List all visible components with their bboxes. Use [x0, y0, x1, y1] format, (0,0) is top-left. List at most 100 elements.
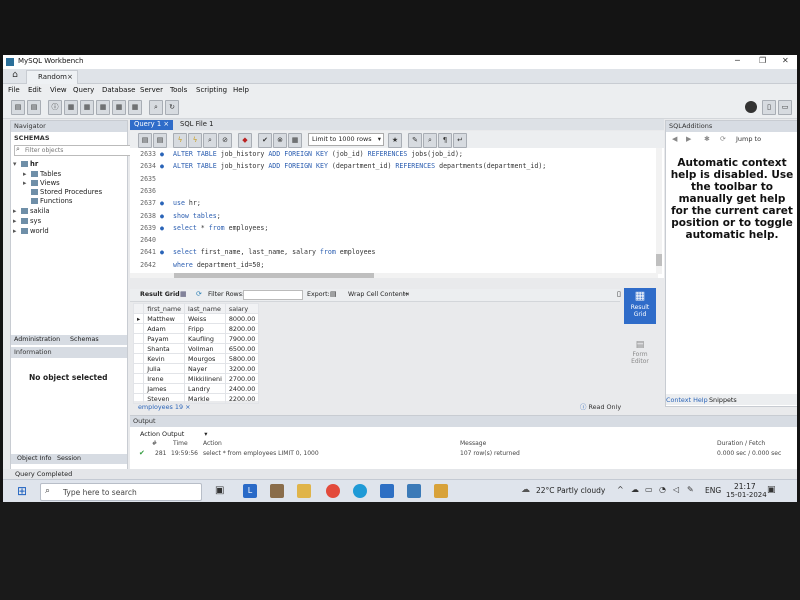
- forward-icon[interactable]: ▶: [686, 135, 691, 143]
- tab-snippets[interactable]: Snippets: [709, 396, 737, 404]
- tab-close-icon[interactable]: ×: [163, 120, 169, 128]
- language-indicator[interactable]: ENG: [705, 486, 721, 495]
- create-procedure-icon[interactable]: ▦: [112, 100, 126, 115]
- close-icon[interactable]: ×: [185, 403, 190, 411]
- table-cell[interactable]: Vollman: [184, 343, 226, 354]
- edge-icon[interactable]: [353, 484, 367, 498]
- task-view-icon[interactable]: ▣: [215, 485, 224, 496]
- menu-server[interactable]: Server: [140, 86, 163, 94]
- toggle-panel-icon[interactable]: ▯: [617, 290, 621, 298]
- stop-icon[interactable]: ⊘: [218, 133, 232, 148]
- result-tab[interactable]: employees 19 ×: [138, 403, 190, 411]
- table-cell[interactable]: 8200.00: [224, 323, 260, 334]
- row-selector[interactable]: [132, 383, 145, 394]
- table-cell[interactable]: 3200.00: [224, 363, 260, 374]
- schema-hr-stored-procedures[interactable]: Stored Procedures: [23, 188, 102, 196]
- save-icon[interactable]: ▤: [153, 133, 167, 148]
- table-cell[interactable]: 7900.00: [224, 333, 260, 344]
- schema-world[interactable]: ▸ world: [13, 227, 49, 235]
- table-cell[interactable]: Nayer: [184, 363, 226, 374]
- connection-tab[interactable]: Random ×: [26, 70, 78, 84]
- notifications-icon[interactable]: ▣: [767, 485, 776, 495]
- row-selector[interactable]: [132, 323, 145, 334]
- maximize-icon[interactable]: ❐: [759, 56, 766, 65]
- filter-objects-input[interactable]: [14, 145, 132, 156]
- beautify-icon[interactable]: ✎: [408, 133, 422, 148]
- row-selector[interactable]: [132, 343, 145, 354]
- onedrive-icon[interactable]: ☁: [631, 485, 639, 494]
- scrollbar-thumb[interactable]: [174, 273, 374, 278]
- table-cell[interactable]: Kevin: [143, 353, 186, 364]
- table-cell[interactable]: Shanta: [143, 343, 186, 354]
- battery-icon[interactable]: ▭: [645, 485, 653, 494]
- editor-vertical-scrollbar[interactable]: [656, 148, 662, 274]
- menu-query[interactable]: Query: [73, 86, 94, 94]
- commit-icon[interactable]: ✔: [258, 133, 272, 148]
- expand-icon[interactable]: ▸: [13, 227, 21, 235]
- find-replace-icon[interactable]: ⌕: [423, 133, 437, 148]
- table-cell[interactable]: Steven: [143, 393, 186, 404]
- explain-icon[interactable]: ⌕: [203, 133, 217, 148]
- auto-help-icon[interactable]: ✱: [704, 135, 710, 143]
- column-header[interactable]: last_name: [184, 303, 226, 314]
- output-mode-select[interactable]: Action Output ▾: [140, 430, 208, 438]
- row-selector[interactable]: ▸: [132, 313, 145, 324]
- expand-icon[interactable]: ▸: [13, 207, 21, 215]
- word-wrap-icon[interactable]: ↵: [453, 133, 467, 148]
- chrome-icon[interactable]: [326, 484, 340, 498]
- menu-edit[interactable]: Edit: [28, 86, 42, 94]
- export-icon[interactable]: ▤: [330, 290, 337, 298]
- table-cell[interactable]: Mikkilineni: [184, 373, 226, 384]
- table-cell[interactable]: Julia: [143, 363, 186, 374]
- menu-file[interactable]: File: [8, 86, 20, 94]
- invisible-chars-icon[interactable]: ¶: [438, 133, 452, 148]
- tab-sql-file-1[interactable]: SQL File 1: [176, 120, 217, 130]
- jump-to-select[interactable]: Jump to: [736, 135, 761, 143]
- chevron-up-icon[interactable]: ^: [617, 485, 624, 494]
- schema-hr-tables[interactable]: ▸ Tables: [23, 170, 61, 178]
- table-cell[interactable]: Mourgos: [184, 353, 226, 364]
- table-cell[interactable]: 5800.00: [224, 353, 260, 364]
- schema-hr[interactable]: ▾ hr: [13, 160, 38, 168]
- sql-editor[interactable]: 2633 ● ALTER TABLE job_history ADD FOREIGN…: [130, 148, 664, 278]
- row-selector[interactable]: [132, 353, 145, 364]
- expand-icon[interactable]: ▸: [23, 179, 31, 187]
- table-cell[interactable]: Landry: [184, 383, 226, 394]
- menu-database[interactable]: Database: [102, 86, 135, 94]
- new-sql-tab-icon[interactable]: ▤: [11, 100, 25, 115]
- table-cell[interactable]: James: [143, 383, 186, 394]
- home-icon[interactable]: ⌂: [7, 70, 23, 82]
- schema-sys[interactable]: ▸ sys: [13, 217, 41, 225]
- volume-icon[interactable]: ◁: [673, 485, 679, 494]
- mysql-workbench-taskbar-icon[interactable]: [407, 484, 421, 498]
- wifi-icon[interactable]: ◔: [659, 485, 666, 494]
- table-cell[interactable]: Fripp: [184, 323, 226, 334]
- table-row[interactable]: Payam Kaufling 7900.00: [132, 333, 260, 344]
- grid-icon[interactable]: ▦: [180, 290, 187, 298]
- table-cell[interactable]: Kaufling: [184, 333, 226, 344]
- open-sql-script-icon[interactable]: ▤: [27, 100, 41, 115]
- table-row[interactable]: ▸ Matthew Weiss 8000.00: [132, 313, 260, 324]
- table-cell[interactable]: Irene: [143, 373, 186, 384]
- table-row[interactable]: Adam Fripp 8200.00: [132, 323, 260, 334]
- taskbar-app-chart-icon[interactable]: [434, 484, 448, 498]
- inspector-icon[interactable]: ⓘ: [48, 100, 62, 115]
- table-cell[interactable]: 2700.00: [224, 373, 260, 384]
- tab-session[interactable]: Session: [57, 455, 81, 462]
- column-header[interactable]: salary: [224, 303, 260, 314]
- pen-icon[interactable]: ✎: [687, 485, 694, 494]
- row-selector[interactable]: [132, 393, 145, 404]
- execute-current-icon[interactable]: ϟ: [188, 133, 202, 148]
- search-table-data-icon[interactable]: ⌕: [149, 100, 163, 115]
- row-selector[interactable]: [132, 333, 145, 344]
- execute-icon[interactable]: ϟ: [173, 133, 187, 148]
- create-schema-icon[interactable]: ▦: [64, 100, 78, 115]
- refresh-icon[interactable]: ⟳: [196, 290, 202, 298]
- filter-rows-input[interactable]: [243, 290, 303, 300]
- toggle-continue-icon[interactable]: ◆: [238, 133, 252, 148]
- toggle-output-icon[interactable]: ▭: [778, 100, 792, 115]
- menu-tools[interactable]: Tools: [170, 86, 187, 94]
- limit-rows-select[interactable]: Limit to 1000 rows ▾: [308, 133, 384, 146]
- tab-context-help[interactable]: Context Help: [666, 396, 708, 404]
- table-row[interactable]: Julia Nayer 3200.00: [132, 363, 260, 374]
